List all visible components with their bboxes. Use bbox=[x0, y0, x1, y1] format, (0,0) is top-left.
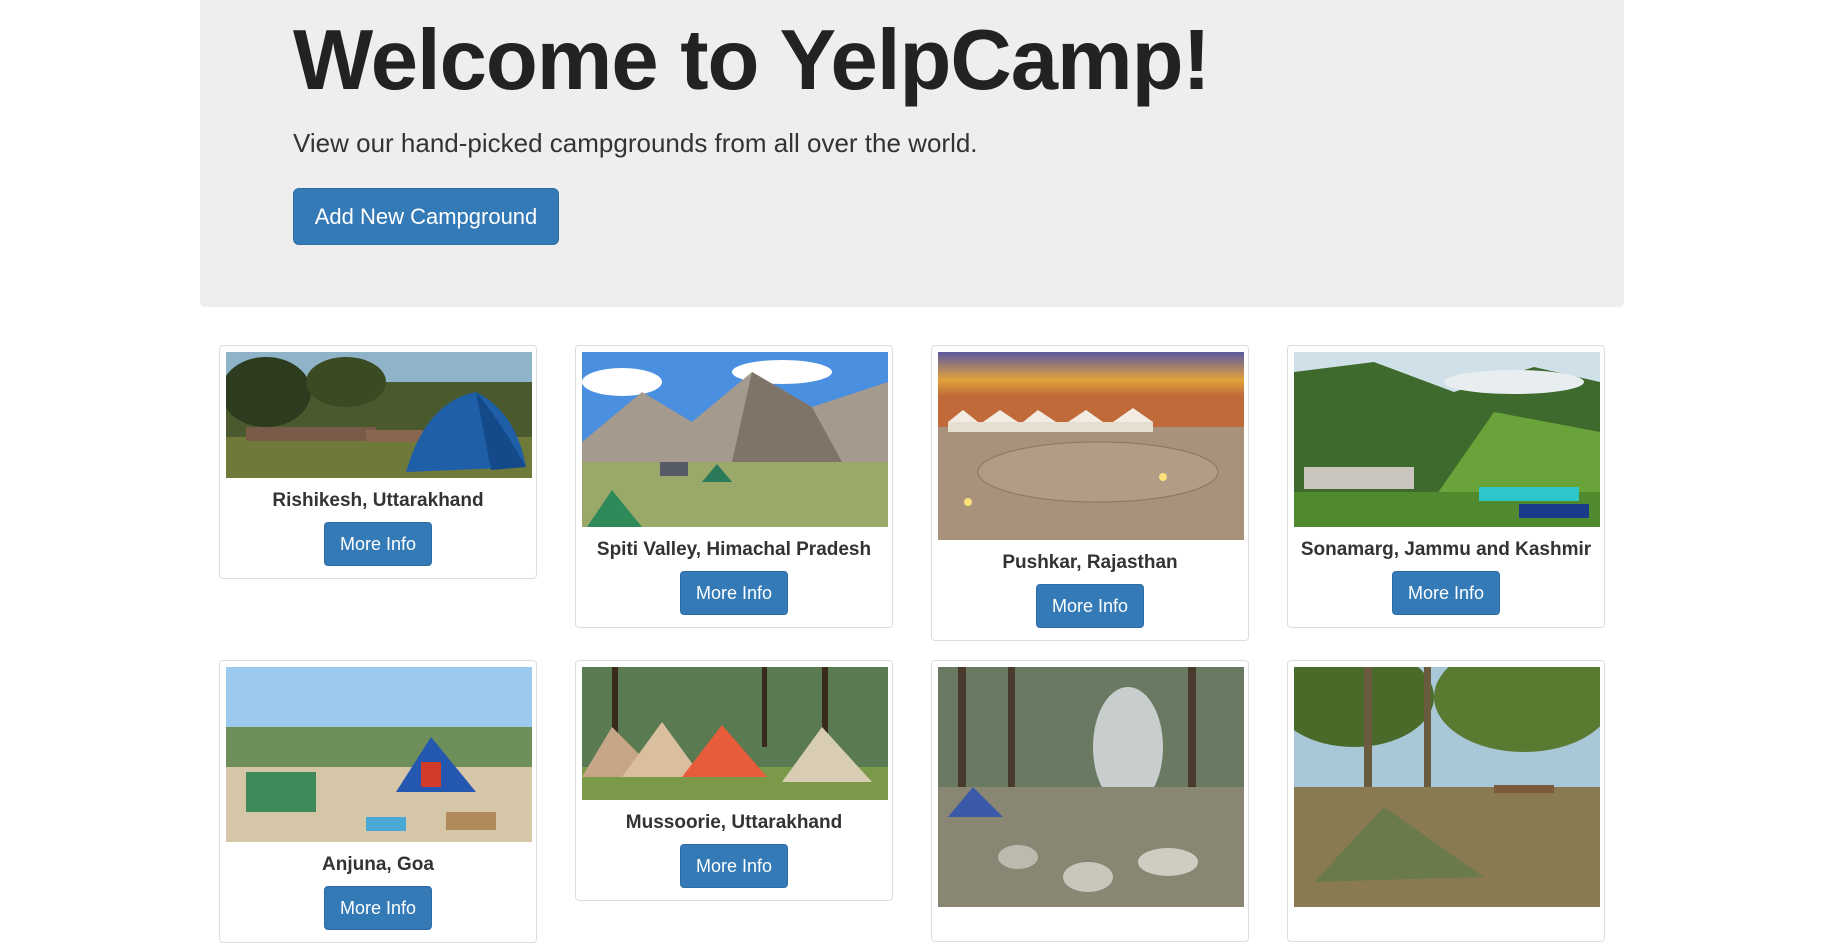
campground-card: Rishikesh, Uttarakhand More Info bbox=[219, 345, 537, 579]
more-info-button[interactable]: More Info bbox=[679, 844, 789, 888]
more-info-button[interactable]: More Info bbox=[679, 571, 789, 615]
campground-card bbox=[1287, 660, 1605, 942]
campground-name: Pushkar, Rajasthan bbox=[1002, 552, 1178, 573]
campground-card: Pushkar, Rajasthan More Info bbox=[931, 345, 1249, 641]
campground-image[interactable] bbox=[938, 667, 1244, 907]
more-info-button[interactable]: More Info bbox=[1391, 571, 1501, 615]
more-info-button[interactable]: More Info bbox=[1035, 584, 1145, 628]
campground-image[interactable] bbox=[582, 667, 888, 800]
page-title: Welcome to YelpCamp! bbox=[293, 13, 1211, 108]
campground-name: Spiti Valley, Himachal Pradesh bbox=[596, 539, 872, 560]
campground-image[interactable] bbox=[582, 352, 888, 527]
add-campground-button[interactable]: Add New Campground bbox=[293, 188, 559, 245]
campground-name: Sonamarg, Jammu and Kashmir bbox=[1300, 539, 1592, 560]
page-lead: View our hand-picked campgrounds from al… bbox=[293, 128, 978, 158]
campground-card: Anjuna, Goa More Info bbox=[219, 660, 537, 943]
more-info-button[interactable]: More Info bbox=[323, 522, 433, 566]
campground-image[interactable] bbox=[226, 667, 532, 842]
campground-name: Anjuna, Goa bbox=[322, 854, 434, 875]
campground-card: Spiti Valley, Himachal Pradesh More Info bbox=[575, 345, 893, 628]
campground-name: Rishikesh, Uttarakhand bbox=[272, 490, 484, 511]
campground-image[interactable] bbox=[1294, 352, 1600, 527]
campground-card bbox=[931, 660, 1249, 942]
more-info-button[interactable]: More Info bbox=[323, 886, 433, 930]
campground-card: Sonamarg, Jammu and Kashmir More Info bbox=[1287, 345, 1605, 628]
campground-image[interactable] bbox=[938, 352, 1244, 540]
campground-card: Mussoorie, Uttarakhand More Info bbox=[575, 660, 893, 901]
campground-image[interactable] bbox=[226, 352, 532, 478]
campground-name: Mussoorie, Uttarakhand bbox=[625, 812, 843, 833]
campground-image[interactable] bbox=[1294, 667, 1600, 907]
jumbotron: Welcome to YelpCamp! View our hand-picke… bbox=[200, 0, 1624, 307]
